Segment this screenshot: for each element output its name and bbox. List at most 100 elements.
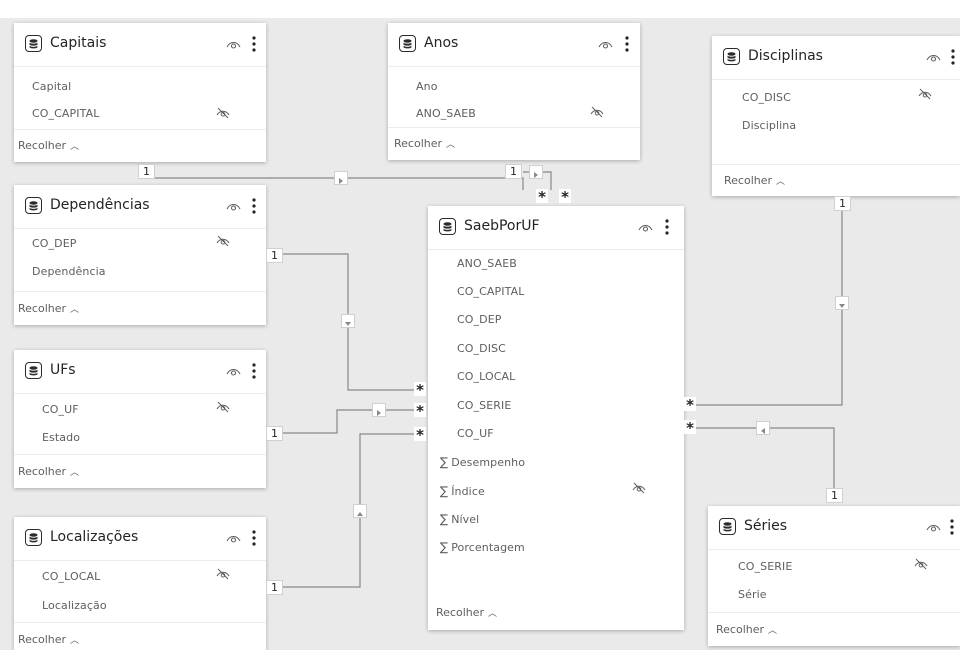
field-co-disc[interactable]: CO_DISC bbox=[457, 342, 506, 355]
field-co-serie[interactable]: CO_SERIE bbox=[457, 399, 511, 412]
cardinality-many-label: * bbox=[414, 403, 426, 420]
field-ano-saeb[interactable]: ANO_SAEB bbox=[416, 107, 476, 120]
chevron-up-icon: ︿ bbox=[446, 140, 456, 150]
table-header[interactable]: Séries bbox=[708, 506, 960, 550]
eye-icon[interactable] bbox=[638, 222, 653, 233]
field-co-dep[interactable]: CO_DEP bbox=[32, 237, 77, 250]
field-localizacao[interactable]: Localização bbox=[42, 599, 107, 612]
table-header[interactable]: Localizações bbox=[14, 517, 266, 561]
triangle-up-icon bbox=[357, 512, 363, 516]
triangle-down-icon bbox=[839, 304, 845, 308]
hidden-eye-icon bbox=[216, 107, 230, 119]
collapse-button[interactable]: Recolher ︿ bbox=[18, 465, 79, 478]
collapse-footer[interactable]: Recolher ︿ bbox=[14, 291, 266, 325]
more-options-icon[interactable] bbox=[950, 48, 956, 66]
table-icon bbox=[25, 197, 42, 214]
more-options-icon[interactable] bbox=[664, 218, 670, 236]
filter-direction-arrow[interactable] bbox=[353, 504, 367, 518]
collapse-button[interactable]: Recolher ︿ bbox=[18, 633, 79, 646]
table-card-saebporuf[interactable]: SaebPorUF ANO_SAEB CO_CAPITAL CO_DEP CO_… bbox=[428, 206, 684, 630]
hidden-eye-icon bbox=[216, 235, 230, 247]
table-header[interactable]: Anos bbox=[388, 23, 640, 67]
more-options-icon[interactable] bbox=[251, 362, 257, 380]
field-co-serie[interactable]: CO_SERIE bbox=[738, 560, 792, 573]
filter-direction-arrow[interactable] bbox=[756, 421, 770, 435]
more-options-icon[interactable] bbox=[251, 35, 257, 53]
measure-nivel[interactable]: ∑ Nível bbox=[440, 512, 479, 526]
table-title: Dependências bbox=[50, 197, 150, 213]
eye-icon[interactable] bbox=[226, 366, 241, 377]
field-disciplina[interactable]: Disciplina bbox=[742, 119, 796, 132]
filter-direction-arrow[interactable] bbox=[341, 314, 355, 328]
collapse-button[interactable]: Recolher ︿ bbox=[724, 174, 785, 187]
more-options-icon[interactable] bbox=[251, 197, 257, 215]
table-title: Anos bbox=[424, 35, 459, 51]
field-estado[interactable]: Estado bbox=[42, 431, 80, 444]
eye-icon[interactable] bbox=[598, 39, 613, 50]
filter-direction-arrow[interactable] bbox=[334, 171, 348, 185]
table-header[interactable]: SaebPorUF bbox=[428, 206, 684, 250]
field-co-capital[interactable]: CO_CAPITAL bbox=[32, 107, 99, 120]
table-card-capitais[interactable]: Capitais Capital CO_CAPITAL Recolher ︿ bbox=[14, 23, 266, 162]
collapse-footer[interactable]: Recolher ︿ bbox=[708, 612, 960, 646]
triangle-down-icon bbox=[345, 322, 351, 326]
filter-direction-arrow[interactable] bbox=[529, 165, 543, 179]
more-options-icon[interactable] bbox=[251, 529, 257, 547]
sigma-icon: ∑ bbox=[440, 540, 449, 554]
field-serie[interactable]: Série bbox=[738, 588, 767, 601]
filter-direction-arrow[interactable] bbox=[372, 403, 386, 417]
filter-direction-arrow[interactable] bbox=[835, 296, 849, 310]
chevron-up-icon: ︿ bbox=[70, 305, 80, 315]
more-options-icon[interactable] bbox=[949, 518, 955, 536]
table-title: Capitais bbox=[50, 35, 107, 51]
collapse-footer[interactable]: Recolher ︿ bbox=[388, 127, 640, 160]
field-ano-saeb[interactable]: ANO_SAEB bbox=[457, 257, 517, 270]
cardinality-many-label: * bbox=[536, 189, 548, 206]
collapse-footer[interactable]: Recolher ︿ bbox=[14, 622, 266, 650]
collapse-button[interactable]: Recolher ︿ bbox=[18, 139, 79, 152]
collapse-footer[interactable]: Recolher ︿ bbox=[14, 129, 266, 162]
cardinality-one-label: 1 bbox=[266, 248, 283, 263]
table-header[interactable]: UFs bbox=[14, 350, 266, 394]
collapse-footer[interactable]: Recolher ︿ bbox=[14, 454, 266, 488]
field-co-local[interactable]: CO_LOCAL bbox=[42, 570, 100, 583]
table-title: UFs bbox=[50, 362, 76, 378]
table-card-series[interactable]: Séries CO_SERIE Série Recolher ︿ bbox=[708, 506, 960, 646]
measure-indice[interactable]: ∑ Índice bbox=[440, 484, 485, 498]
eye-icon[interactable] bbox=[926, 522, 941, 533]
more-options-icon[interactable] bbox=[624, 35, 630, 53]
table-card-localizacoes[interactable]: Localizações CO_LOCAL Localização Recolh… bbox=[14, 517, 266, 650]
table-card-ufs[interactable]: UFs CO_UF Estado Recolher ︿ bbox=[14, 350, 266, 488]
collapse-button[interactable]: Recolher ︿ bbox=[18, 302, 79, 315]
field-co-local[interactable]: CO_LOCAL bbox=[457, 370, 515, 383]
eye-icon[interactable] bbox=[926, 52, 941, 63]
collapse-button[interactable]: Recolher ︿ bbox=[394, 137, 455, 150]
collapse-footer[interactable]: Recolher ︿ bbox=[712, 164, 960, 196]
field-co-capital[interactable]: CO_CAPITAL bbox=[457, 285, 524, 298]
table-header[interactable]: Disciplinas bbox=[712, 36, 960, 80]
field-co-dep[interactable]: CO_DEP bbox=[457, 313, 502, 326]
table-card-anos[interactable]: Anos Ano ANO_SAEB Recolher ︿ bbox=[388, 23, 640, 160]
table-header[interactable]: Dependências bbox=[14, 185, 266, 229]
cardinality-many-label: * bbox=[559, 189, 571, 206]
table-title: SaebPorUF bbox=[464, 218, 540, 234]
table-header[interactable]: Capitais bbox=[14, 23, 266, 67]
field-dependencia[interactable]: Dependência bbox=[32, 265, 106, 278]
field-co-uf[interactable]: CO_UF bbox=[42, 403, 79, 416]
collapse-button[interactable]: Recolher ︿ bbox=[436, 606, 497, 619]
eye-icon[interactable] bbox=[226, 39, 241, 50]
model-canvas[interactable]: Capitais Capital CO_CAPITAL Recolher ︿ An… bbox=[0, 0, 960, 650]
collapse-footer[interactable]: Recolher ︿ bbox=[428, 596, 684, 630]
collapse-button[interactable]: Recolher ︿ bbox=[716, 623, 777, 636]
relationship-line-disciplinas bbox=[686, 198, 843, 406]
field-ano[interactable]: Ano bbox=[416, 80, 438, 93]
table-card-disciplinas[interactable]: Disciplinas CO_DISC Disciplina Recolher ︿ bbox=[712, 36, 960, 196]
measure-desempenho[interactable]: ∑ Desempenho bbox=[440, 455, 525, 469]
field-co-disc[interactable]: CO_DISC bbox=[742, 91, 791, 104]
eye-icon[interactable] bbox=[226, 533, 241, 544]
table-card-dependencias[interactable]: Dependências CO_DEP Dependência Recolher… bbox=[14, 185, 266, 325]
field-co-uf[interactable]: CO_UF bbox=[457, 427, 494, 440]
field-capital[interactable]: Capital bbox=[32, 80, 71, 93]
eye-icon[interactable] bbox=[226, 201, 241, 212]
measure-porcentagem[interactable]: ∑ Porcentagem bbox=[440, 540, 525, 554]
